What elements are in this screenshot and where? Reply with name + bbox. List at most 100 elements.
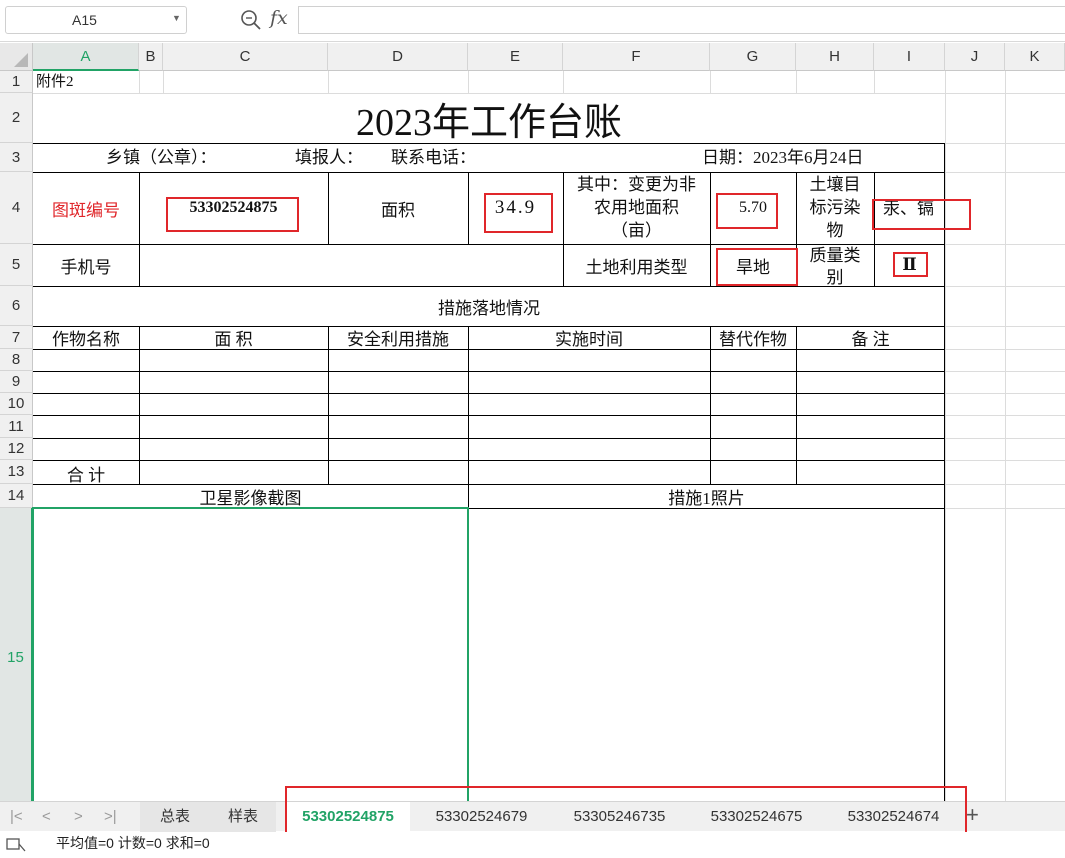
measures-section-title: 措施落地情况: [438, 298, 540, 318]
select-all-triangle-icon: [14, 53, 28, 67]
pollutant-label-line2: 标污染: [809, 198, 861, 217]
mobile-label: 手机号: [60, 257, 112, 277]
row-header-14[interactable]: 14: [0, 484, 33, 508]
column-header-b[interactable]: B: [139, 43, 163, 71]
table-cell[interactable]: [710, 349, 796, 371]
row-header-15[interactable]: 15: [0, 508, 33, 801]
table-cell[interactable]: [33, 371, 139, 393]
pollutant-label-line3: 物: [826, 221, 844, 240]
table-cell[interactable]: [328, 393, 468, 415]
gridline: [139, 71, 140, 93]
row-header-13[interactable]: 13: [0, 460, 33, 484]
column-header-i[interactable]: I: [874, 43, 945, 71]
sheet-title: 2023年工作台账: [355, 101, 622, 144]
table-cell[interactable]: [468, 438, 710, 460]
status-summary: 平均值=0 计数=0 求和=0: [56, 835, 210, 851]
table-cell[interactable]: [139, 349, 328, 371]
table-cell[interactable]: [710, 393, 796, 415]
table-cell[interactable]: [328, 349, 468, 371]
column-header-f[interactable]: F: [563, 43, 710, 71]
highlight-box-pollutant: [872, 199, 971, 230]
cell-border: [33, 460, 945, 461]
table-cell[interactable]: [139, 393, 328, 415]
table-cell[interactable]: [468, 371, 710, 393]
gridline: [874, 71, 875, 93]
cell-reference: A15: [72, 12, 97, 28]
table-cell[interactable]: [468, 415, 710, 438]
add-sheet-icon[interactable]: +: [966, 802, 979, 828]
row-header-6[interactable]: 6: [0, 286, 33, 326]
column-header-h[interactable]: H: [796, 43, 874, 71]
sheet-tab-sample[interactable]: 样表: [210, 802, 276, 832]
row-header-12[interactable]: 12: [0, 438, 33, 460]
column-header-k[interactable]: K: [1005, 43, 1065, 71]
table-cell[interactable]: [710, 415, 796, 438]
table-cell[interactable]: [796, 415, 945, 438]
table-cell[interactable]: [33, 438, 139, 460]
highlight-box-sheet-tabs: [285, 786, 967, 838]
status-bar: 平均值=0 计数=0 求和=0: [0, 832, 1065, 854]
table-cell[interactable]: [328, 438, 468, 460]
table-cell[interactable]: [139, 371, 328, 393]
column-header-c[interactable]: C: [163, 43, 328, 71]
previous-sheet-icon[interactable]: <: [42, 808, 51, 825]
table-cell[interactable]: [328, 371, 468, 393]
zoom-search-icon[interactable]: [240, 9, 262, 36]
column-header-d[interactable]: D: [328, 43, 468, 71]
column-header-e[interactable]: E: [468, 43, 563, 71]
table-cell[interactable]: [796, 371, 945, 393]
column-header-a[interactable]: A: [33, 43, 139, 71]
mobile-value[interactable]: [139, 244, 563, 286]
spreadsheet-grid[interactable]: A B C D E F G H I J K 1 2 3 4 5 6 7 8 9 …: [0, 43, 1065, 801]
row-header-1[interactable]: 1: [0, 71, 33, 93]
quality-label: 质量类 别: [796, 244, 874, 286]
table-cell[interactable]: [796, 438, 945, 460]
highlight-box-landuse: [716, 248, 798, 286]
row-header-8[interactable]: 8: [0, 349, 33, 371]
row-header-5[interactable]: 5: [0, 244, 33, 286]
name-box[interactable]: A15: [5, 6, 187, 34]
table-cell[interactable]: [33, 349, 139, 371]
table-cell[interactable]: [139, 438, 328, 460]
row-header-7[interactable]: 7: [0, 326, 33, 349]
township-label: 乡镇（公章）：: [106, 148, 217, 167]
row-header-10[interactable]: 10: [0, 393, 33, 415]
table-cell[interactable]: [796, 349, 945, 371]
next-sheet-icon[interactable]: >: [74, 808, 83, 825]
plot-id-label: 图斑编号: [52, 200, 120, 220]
phone-label: 联系电话：: [391, 148, 476, 167]
sheet-tab-summary[interactable]: 总表: [140, 802, 210, 832]
table-cell[interactable]: [33, 415, 139, 438]
quality-label-line1: 质量类: [809, 246, 861, 265]
annex-label: 附件2: [36, 74, 74, 90]
changed-area-label-line1: 其中：变更为非: [577, 175, 696, 194]
status-view-icon[interactable]: [6, 836, 26, 858]
table-cell[interactable]: [796, 393, 945, 415]
gridline: [796, 71, 797, 93]
chevron-down-icon[interactable]: ▼: [172, 13, 181, 23]
first-sheet-icon[interactable]: |<: [10, 808, 23, 825]
column-header-g[interactable]: G: [710, 43, 796, 71]
date-label: 日期：2023年6月24日: [702, 148, 864, 167]
column-header-j[interactable]: J: [945, 43, 1005, 71]
table-cell[interactable]: [468, 393, 710, 415]
gridline: [1005, 71, 1006, 801]
highlight-box-plot-id: [166, 197, 299, 232]
table-cell[interactable]: [139, 415, 328, 438]
row-header-3[interactable]: 3: [0, 143, 33, 172]
table-cell[interactable]: [328, 415, 468, 438]
row-header-11[interactable]: 11: [0, 415, 33, 438]
table-cell[interactable]: [33, 393, 139, 415]
active-cell-selection[interactable]: [32, 507, 469, 801]
function-icon[interactable]: fx: [270, 7, 288, 29]
last-sheet-icon[interactable]: >|: [104, 808, 117, 825]
highlight-box-area: [484, 193, 553, 233]
table-cell[interactable]: [468, 349, 710, 371]
gridline: [328, 71, 329, 93]
row-header-2[interactable]: 2: [0, 93, 33, 143]
table-cell[interactable]: [710, 371, 796, 393]
table-cell[interactable]: [710, 438, 796, 460]
row-header-4[interactable]: 4: [0, 172, 33, 244]
row-header-9[interactable]: 9: [0, 371, 33, 393]
formula-input[interactable]: [298, 6, 1065, 34]
